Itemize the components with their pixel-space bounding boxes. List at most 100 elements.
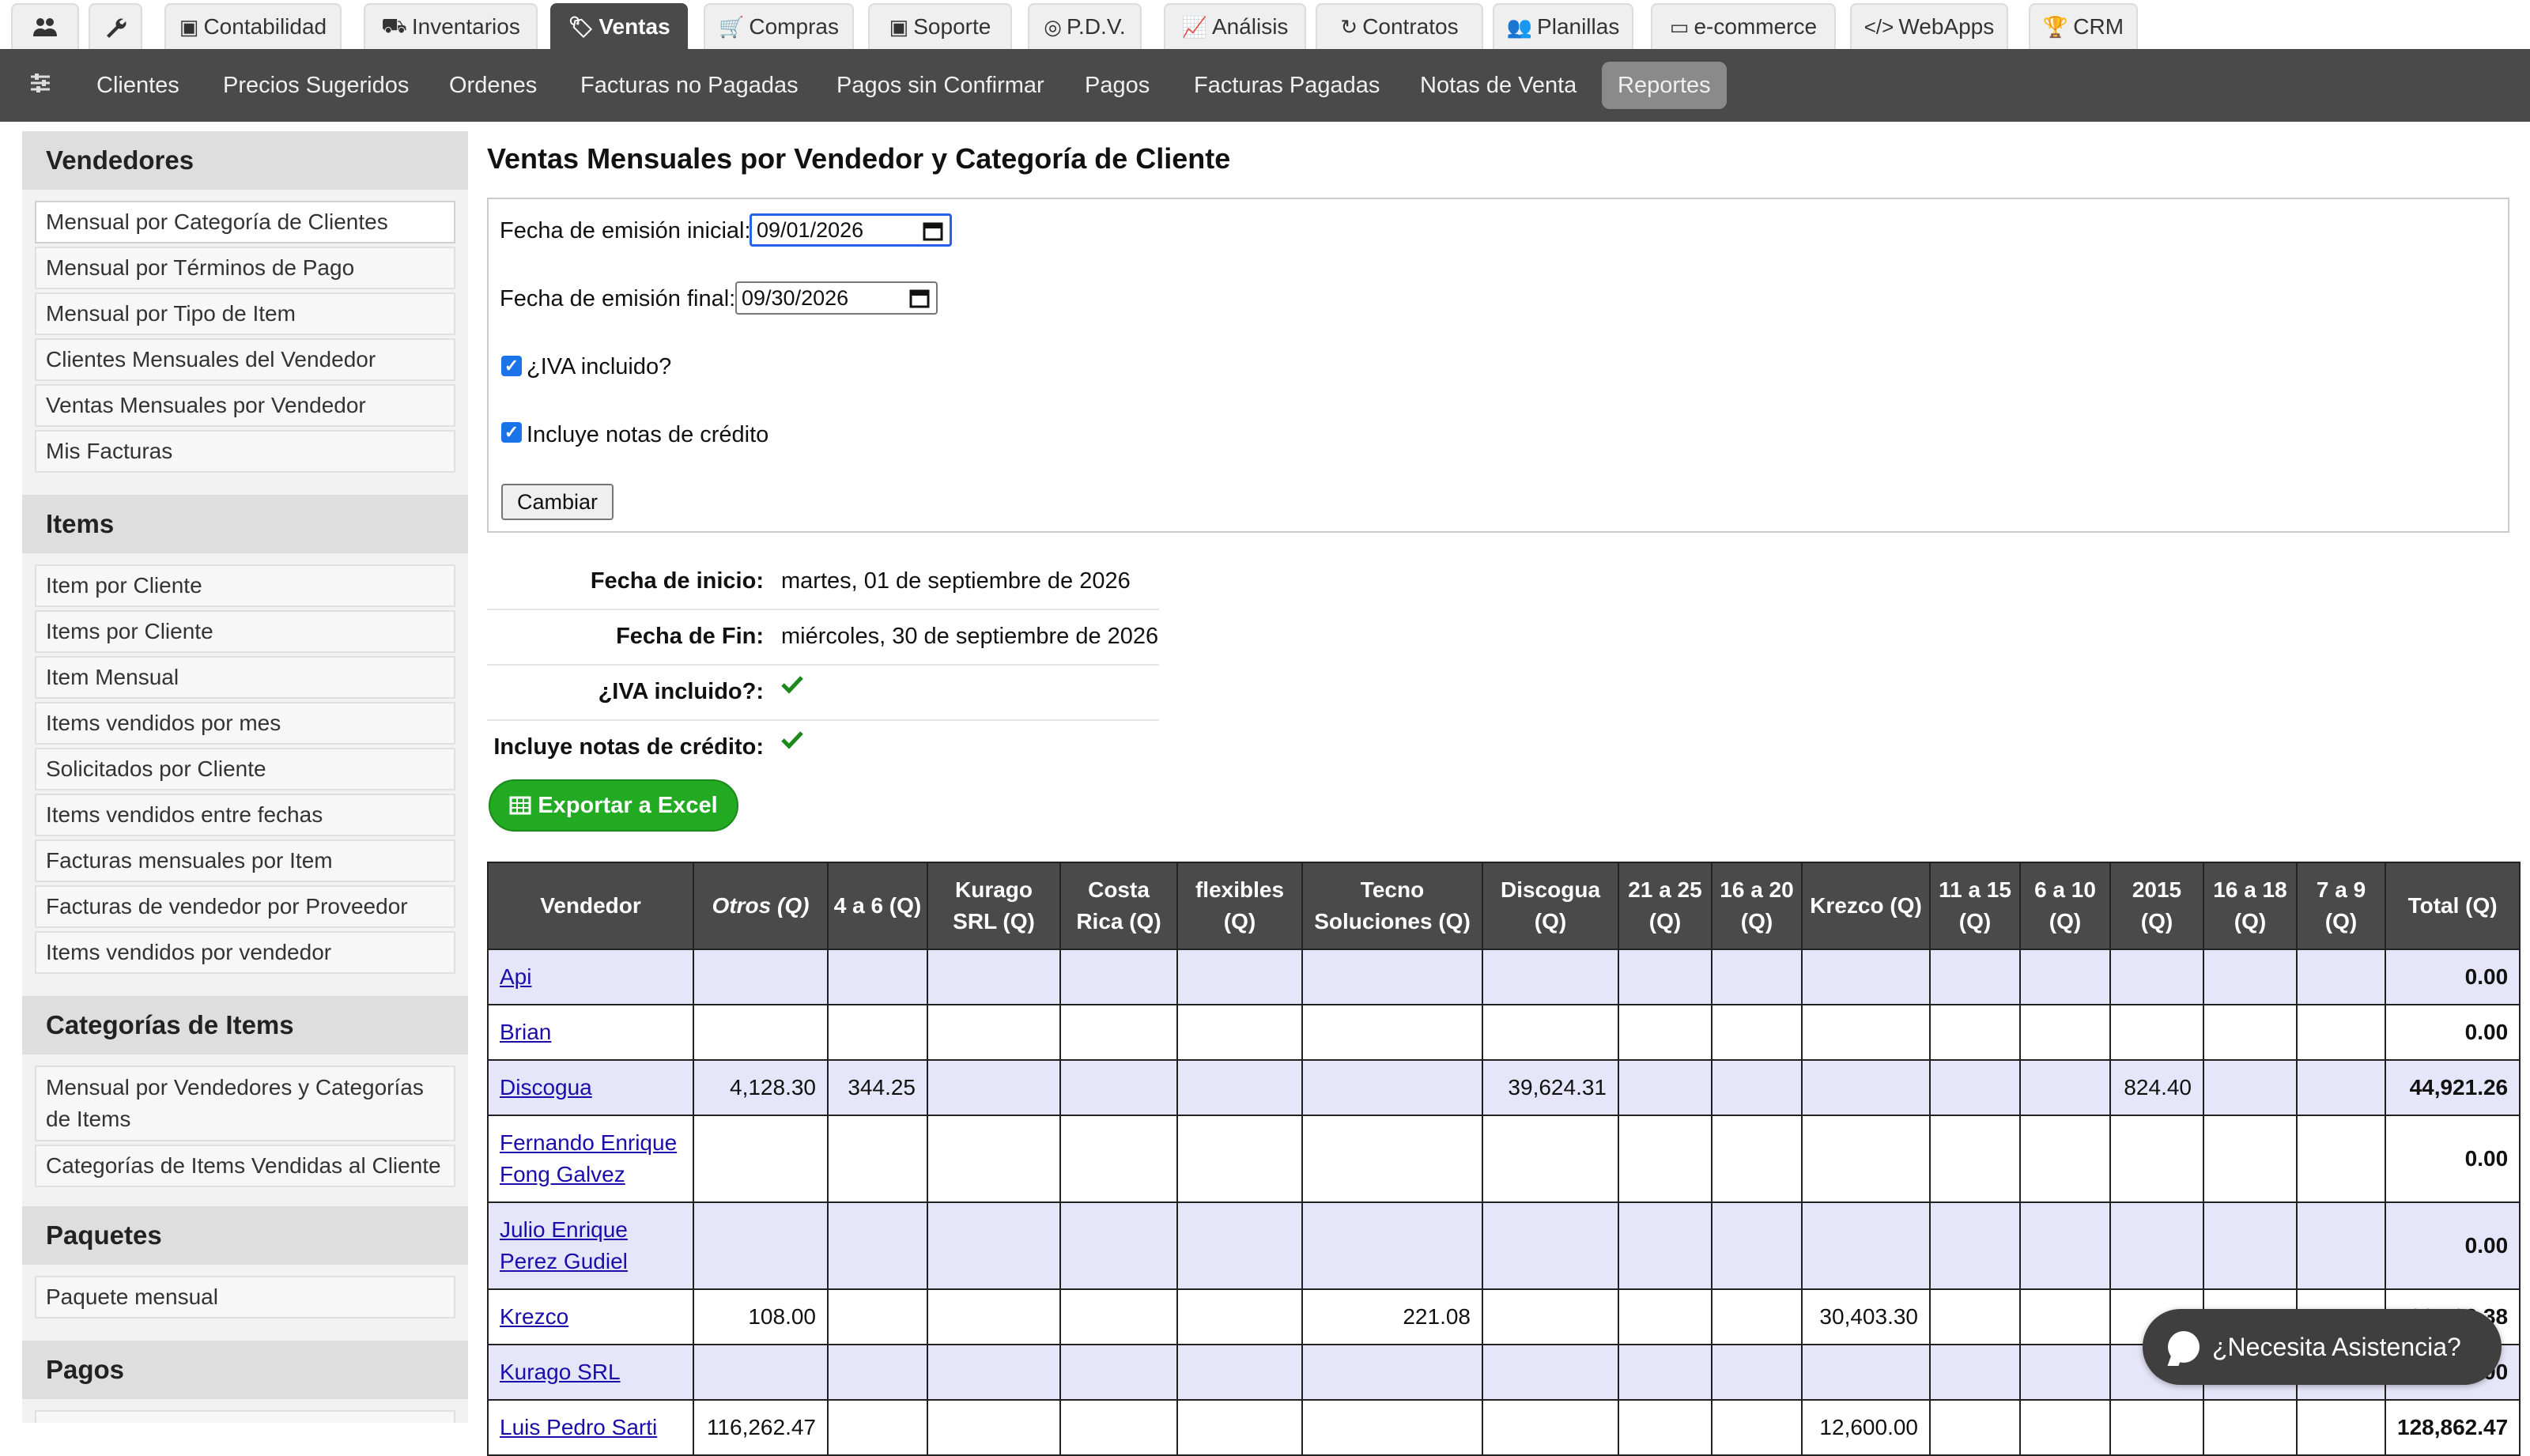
- value-cell: [1618, 1059, 1712, 1116]
- column-header: Costa Rica (Q): [1059, 862, 1178, 950]
- value-cell: [927, 1059, 1061, 1116]
- vendor-link[interactable]: Krezco: [500, 1304, 568, 1329]
- tab-webapps[interactable]: </> WebApps: [1850, 3, 2008, 49]
- vendor-link[interactable]: Fernando Enrique Fong Galvez: [500, 1130, 677, 1186]
- vendor-link[interactable]: Discogua: [500, 1075, 592, 1100]
- tab-tools[interactable]: [89, 3, 142, 49]
- subtab-ordenes[interactable]: Ordenes: [449, 62, 537, 109]
- table-row: Julio Enrique Perez Gudiel 0.00: [487, 1201, 2521, 1290]
- sidebar-item[interactable]: Mis Facturas: [35, 430, 455, 473]
- sidebar-item[interactable]: Solicitados por Cliente: [35, 748, 455, 790]
- value-cell: [693, 1201, 829, 1290]
- start-date-label: Fecha de emisión inicial:: [500, 218, 751, 243]
- tab-ecommerce[interactable]: ▭ e-commerce: [1651, 3, 1836, 49]
- column-header: 16 a 18 (Q): [2203, 862, 2298, 950]
- end-date-input[interactable]: 09/30/2026: [735, 281, 938, 315]
- credit-notes-label: Incluye notas de crédito: [527, 422, 769, 447]
- vendor-link[interactable]: Brian: [500, 1020, 551, 1044]
- subtab-pagos-sin-confirmar[interactable]: Pagos sin Confirmar: [836, 62, 1044, 109]
- subtab-precios-sugeridos[interactable]: Precios Sugeridos: [223, 62, 409, 109]
- tab-ventas[interactable]: 🏷 Ventas: [550, 3, 688, 49]
- code-icon: </>: [1864, 14, 1894, 39]
- sidebar-item[interactable]: Mensual por Términos de Pago: [35, 247, 455, 289]
- value-cell: [2019, 1004, 2111, 1061]
- vendor-link[interactable]: Api: [500, 964, 531, 989]
- sidebar-item[interactable]: Categorías de Items Vendidas al Cliente: [35, 1145, 455, 1187]
- value-cell: [927, 1288, 1061, 1345]
- tab-pdv[interactable]: ◎ P.D.V.: [1028, 3, 1142, 49]
- line-chart-icon: 📈: [1181, 14, 1207, 39]
- sidebar-item[interactable]: Facturas de vendedor por Proveedor: [35, 885, 455, 928]
- sidebar-item[interactable]: Facturas mensuales por Item: [35, 839, 455, 882]
- sliders-icon[interactable]: [28, 71, 52, 95]
- value-cell: [2296, 1201, 2386, 1290]
- value-cell: [1482, 1399, 1619, 1456]
- sidebar-item[interactable]: Mensual por Categoría de Clientes: [35, 201, 455, 243]
- sidebar-item[interactable]: Item Mensual: [35, 656, 455, 699]
- subtab-facturas-no-pagadas[interactable]: Facturas no Pagadas: [580, 62, 799, 109]
- sidebar-item[interactable]: Paquete mensual: [35, 1276, 455, 1318]
- vendor-link[interactable]: Luis Pedro Sarti: [500, 1415, 657, 1439]
- tab-label: Ventas: [599, 14, 670, 39]
- tab-compras[interactable]: 🛒 Compras: [704, 3, 854, 49]
- sidebar-item[interactable]: Ventas Mensuales por Vendedor: [35, 384, 455, 427]
- report-sidebar: Vendedores Mensual por Categoría de Clie…: [22, 131, 468, 1423]
- vendor-link[interactable]: Julio Enrique Perez Gudiel: [500, 1217, 628, 1273]
- sidebar-item[interactable]: Clientes Mensuales del Vendedor: [35, 338, 455, 381]
- tab-crm[interactable]: 🏆 CRM: [2029, 3, 2138, 49]
- calendar-icon[interactable]: [909, 288, 930, 308]
- calendar-icon[interactable]: [923, 221, 943, 241]
- value-cell: [1301, 1004, 1483, 1061]
- tab-analisis[interactable]: 📈 Análisis: [1164, 3, 1306, 49]
- value-cell: [927, 1004, 1061, 1061]
- subtab-clientes[interactable]: Clientes: [96, 62, 179, 109]
- sidebar-item[interactable]: [35, 1410, 455, 1423]
- value-cell: [2019, 1344, 2111, 1401]
- vendor-cell: Api: [487, 949, 694, 1005]
- column-header: 11 a 15 (Q): [1929, 862, 2021, 950]
- subtab-pagos[interactable]: Pagos: [1085, 62, 1150, 109]
- sidebar-item[interactable]: Items vendidos entre fechas: [35, 794, 455, 836]
- tab-label: e-commerce: [1694, 14, 1818, 39]
- change-button[interactable]: Cambiar: [501, 484, 614, 520]
- tab-inventarios[interactable]: ⛟ Inventarios: [364, 3, 538, 49]
- truck-icon: ⛟: [381, 13, 407, 37]
- iva-checkbox[interactable]: ✓: [501, 356, 522, 376]
- value-cell: [1801, 1344, 1931, 1401]
- trophy-icon: 🏆: [2042, 14, 2069, 39]
- tab-soporte[interactable]: ▣ Soporte: [868, 3, 1012, 49]
- vendor-link[interactable]: Kurago SRL: [500, 1360, 621, 1384]
- start-date-input[interactable]: 09/01/2026: [750, 213, 952, 247]
- value-cell: [1929, 1399, 2021, 1456]
- vendor-cell: Fernando Enrique Fong Galvez: [487, 1115, 694, 1203]
- sidebar-item[interactable]: Items por Cliente: [35, 610, 455, 653]
- subtab-facturas-pagadas[interactable]: Facturas Pagadas: [1194, 62, 1380, 109]
- tab-contratos[interactable]: ↻ Contratos: [1316, 3, 1483, 49]
- value-cell: [2109, 949, 2204, 1005]
- assistance-chat-button[interactable]: ¿Necesita Asistencia?: [2143, 1309, 2502, 1385]
- sidebar-item[interactable]: Mensual por Vendedores y Categorías de I…: [35, 1066, 455, 1141]
- value-cell: 12,600.00: [1801, 1399, 1931, 1456]
- sidebar-item[interactable]: Item por Cliente: [35, 564, 455, 607]
- value-cell: [2019, 1115, 2111, 1203]
- tab-planillas[interactable]: 👥 Planillas: [1493, 3, 1633, 49]
- vendor-cell: Luis Pedro Sarti: [487, 1399, 694, 1456]
- subtab-reportes[interactable]: Reportes: [1602, 62, 1727, 109]
- export-excel-button[interactable]: Exportar a Excel: [489, 779, 738, 832]
- value-cell: [1176, 1201, 1303, 1290]
- value-cell: [2296, 949, 2386, 1005]
- value-cell: [1711, 1201, 1803, 1290]
- value-cell: [1059, 1344, 1178, 1401]
- sidebar-item[interactable]: Items vendidos por mes: [35, 702, 455, 745]
- tab-contabilidad[interactable]: ▣ Contabilidad: [164, 3, 342, 49]
- column-header: Discogua (Q): [1482, 862, 1619, 950]
- subtab-notas-de-venta[interactable]: Notas de Venta: [1420, 62, 1577, 109]
- value-cell: 116,262.47: [693, 1399, 829, 1456]
- tab-users[interactable]: [11, 3, 79, 49]
- sidebar-item[interactable]: Mensual por Tipo de Item: [35, 292, 455, 335]
- value-cell: 108.00: [693, 1288, 829, 1345]
- credit-notes-checkbox[interactable]: ✓: [501, 422, 522, 443]
- column-header: Otros (Q): [693, 862, 829, 950]
- total-cell: 44,921.26: [2384, 1059, 2521, 1116]
- sidebar-item[interactable]: Items vendidos por vendedor: [35, 931, 455, 974]
